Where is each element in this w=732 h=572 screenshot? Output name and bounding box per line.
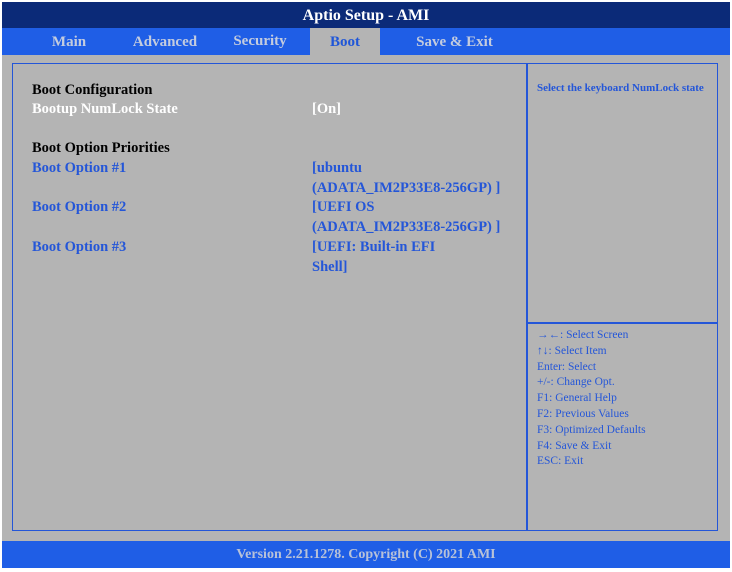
numlock-value[interactable]: [On]: [312, 99, 341, 119]
window-title: Aptio Setup - AMI: [2, 2, 730, 28]
tab-save-exit[interactable]: Save & Exit: [397, 28, 512, 55]
key-hint: Enter: Select: [537, 360, 597, 373]
boot-option-3-label[interactable]: Boot Option #3: [32, 237, 126, 257]
key-hint: +/-: Change Opt.: [537, 376, 615, 389]
value-line: [UEFI: Built-in EFI: [312, 239, 436, 255]
tab-security[interactable]: Security: [220, 27, 300, 54]
help-text: Select the keyboard NumLock state: [537, 82, 704, 94]
boot-configuration-heading: Boot Configuration: [32, 82, 153, 98]
boot-option-1-value[interactable]: [ubuntu (ADATA_IM2P33E8-256GP) ]: [312, 158, 500, 198]
divider: [526, 322, 718, 324]
boot-option-1-label[interactable]: Boot Option #1: [32, 158, 126, 178]
key-hint: ESC: Exit: [537, 455, 584, 468]
boot-option-3-value[interactable]: [UEFI: Built-in EFI Shell]: [312, 237, 435, 277]
key-hint: F1: General Help: [537, 392, 617, 405]
footer-version: Version 2.21.1278. Copyright (C) 2021 AM…: [2, 541, 730, 568]
divider: [526, 63, 528, 530]
boot-priorities-heading: Boot Option Priorities: [32, 140, 170, 156]
tab-boot[interactable]: Boot: [310, 28, 380, 55]
boot-option-2-value[interactable]: [UEFI OS (ADATA_IM2P33E8-256GP) ]: [312, 197, 500, 237]
key-hint: F4: Save & Exit: [537, 439, 612, 452]
value-line: (ADATA_IM2P33E8-256GP) ]: [312, 180, 501, 196]
key-hint: →←: Select Screen: [537, 329, 629, 341]
value-line: [UEFI OS: [312, 199, 375, 215]
key-legend: →←: Select Screen ↑↓: Select Item Enter:…: [537, 328, 646, 470]
tab-bar: Main Advanced Security Boot Save & Exit: [2, 28, 730, 55]
numlock-label[interactable]: Bootup NumLock State: [32, 99, 178, 119]
tab-advanced[interactable]: Advanced: [122, 28, 208, 55]
key-hint: ↑↓: Select Item: [537, 344, 607, 357]
boot-option-2-label[interactable]: Boot Option #2: [32, 197, 126, 217]
key-hint: F2: Previous Values: [537, 407, 629, 420]
value-line: (ADATA_IM2P33E8-256GP) ]: [312, 219, 501, 235]
value-line: Shell]: [312, 259, 348, 275]
value-line: [ubuntu: [312, 160, 362, 176]
tab-main[interactable]: Main: [32, 28, 106, 55]
key-hint: F3: Optimized Defaults: [537, 423, 646, 436]
